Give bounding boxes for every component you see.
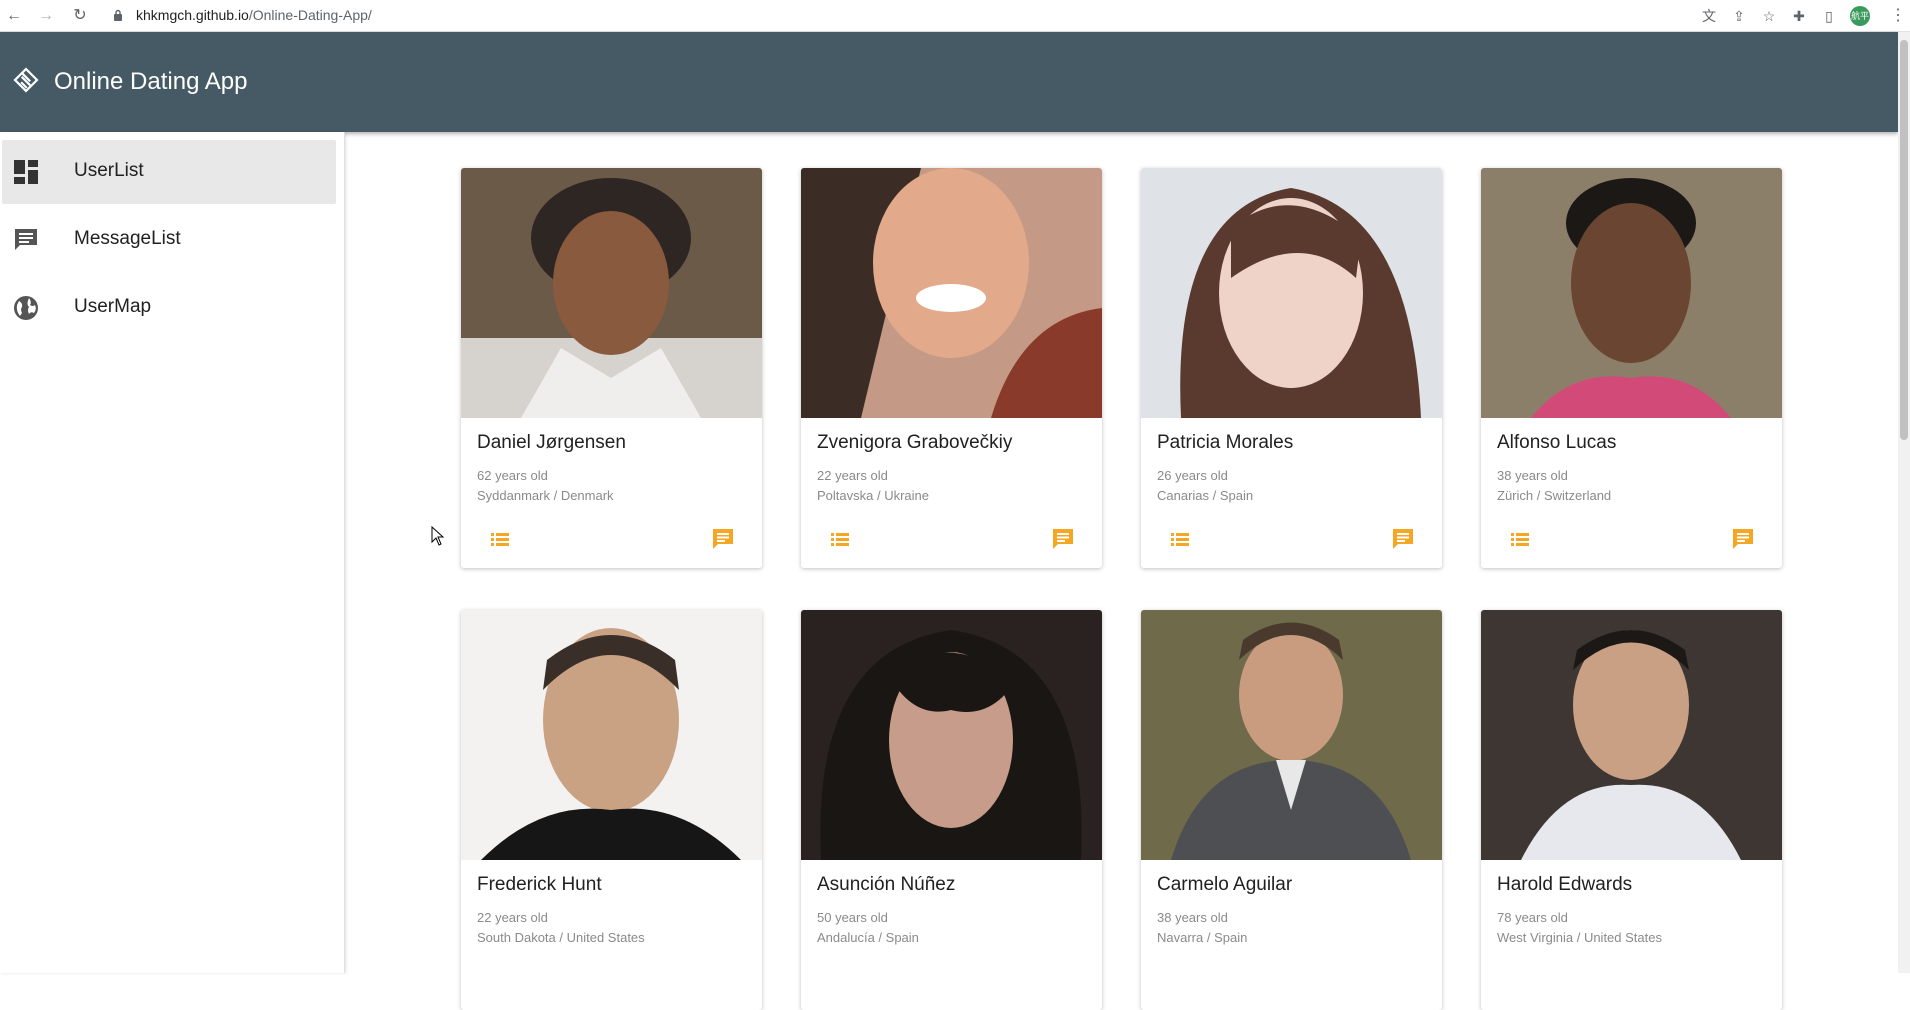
list-icon[interactable]: [1167, 526, 1193, 552]
profile-avatar[interactable]: 航平: [1850, 6, 1870, 26]
user-name: Daniel Jørgensen: [477, 432, 626, 453]
page-scrollbar[interactable]: [1898, 32, 1910, 973]
user-age: 78 years old: [1497, 910, 1568, 925]
url-domain: khkmgch.github.io: [136, 7, 249, 23]
user-name: Alfonso Lucas: [1497, 432, 1617, 453]
user-photo: [1141, 610, 1442, 860]
user-age: 26 years old: [1157, 468, 1228, 483]
globe-icon: [14, 296, 38, 320]
user-name: Zvenigora Grabovečkiy: [817, 432, 1013, 453]
user-location: Zürich / Switzerland: [1497, 488, 1612, 503]
user-location: Canarias / Spain: [1157, 488, 1254, 503]
app-bar: Online Dating App: [0, 32, 1898, 132]
handshake-logo-icon: [13, 67, 39, 93]
user-card: Frederick Hunt 22 years old South Dakota…: [461, 610, 762, 1010]
sidebar-item-label: UserMap: [74, 296, 152, 317]
user-age: 22 years old: [477, 910, 548, 925]
url-path: /Online-Dating-App/: [248, 7, 372, 23]
sidebar-item-messagelist[interactable]: MessageList: [2, 208, 336, 272]
user-name: Asunción Núñez: [817, 874, 956, 895]
sidebar: UserList MessageList UserMap: [0, 132, 345, 973]
chat-icon: [15, 229, 37, 250]
back-arrow-icon[interactable]: ←: [4, 6, 24, 26]
mouse-cursor-icon: [431, 526, 445, 546]
user-location: West Virginia / United States: [1497, 930, 1662, 945]
user-age: 22 years old: [817, 468, 888, 483]
user-age: 50 years old: [817, 910, 888, 925]
user-card: Patricia Morales 26 years old Canarias /…: [1141, 168, 1442, 568]
list-icon[interactable]: [1507, 526, 1533, 552]
user-card: Zvenigora Grabovečkiy 22 years old Polta…: [801, 168, 1102, 568]
user-photo: [801, 610, 1102, 860]
user-location: South Dakota / United States: [477, 930, 645, 945]
dashboard-icon: [14, 160, 38, 184]
user-list-grid: Daniel Jørgensen 62 years old Syddanmark…: [345, 132, 1898, 1010]
address-bar[interactable]: khkmgch.github.io/Online-Dating-App/: [136, 7, 372, 23]
scrollbar-thumb[interactable]: [1900, 40, 1908, 440]
message-icon[interactable]: [1390, 526, 1416, 552]
list-icon[interactable]: [487, 526, 513, 552]
share-icon[interactable]: ⇪: [1730, 7, 1748, 25]
browser-menu-icon[interactable]: ⋮: [1890, 6, 1906, 26]
browser-extension-icons: 文 ⇪ ☆ ✚ ▯ 航平: [1700, 6, 1870, 26]
list-icon[interactable]: [827, 526, 853, 552]
user-location: Navarra / Spain: [1157, 930, 1248, 945]
user-photo: [1141, 168, 1442, 418]
translate-icon[interactable]: 文: [1700, 7, 1718, 25]
sidebar-item-label: UserList: [74, 160, 144, 181]
user-name: Frederick Hunt: [477, 874, 602, 895]
message-icon[interactable]: [1730, 526, 1756, 552]
message-icon[interactable]: [1050, 526, 1076, 552]
reload-icon[interactable]: ↻: [70, 6, 90, 26]
sidebar-item-usermap[interactable]: UserMap: [2, 276, 336, 340]
side-panel-icon[interactable]: ▯: [1820, 7, 1838, 25]
browser-toolbar: ← → ↻ khkmgch.github.io/Online-Dating-Ap…: [0, 0, 1910, 32]
user-age: 38 years old: [1157, 910, 1228, 925]
extensions-icon[interactable]: ✚: [1790, 7, 1808, 25]
user-location: Andalucía / Spain: [817, 930, 919, 945]
user-card: Alfonso Lucas 38 years old Zürich / Swit…: [1481, 168, 1782, 568]
user-name: Carmelo Aguilar: [1157, 874, 1293, 895]
user-name: Patricia Morales: [1157, 432, 1294, 453]
user-photo: [461, 168, 762, 418]
sidebar-item-userlist[interactable]: UserList: [2, 140, 336, 204]
user-photo: [1481, 168, 1782, 418]
bookmark-star-icon[interactable]: ☆: [1760, 7, 1778, 25]
app-title: Online Dating App: [54, 68, 248, 95]
lock-icon: [114, 9, 122, 21]
user-location: Poltavska / Ukraine: [817, 488, 929, 503]
user-age: 62 years old: [477, 468, 548, 483]
sidebar-item-label: MessageList: [74, 228, 181, 249]
user-photo: [461, 610, 762, 860]
user-photo: [801, 168, 1102, 418]
user-name: Harold Edwards: [1497, 874, 1633, 895]
user-card: Carmelo Aguilar 38 years old Navarra / S…: [1141, 610, 1442, 1010]
forward-arrow-icon[interactable]: →: [36, 6, 56, 26]
user-location: Syddanmark / Denmark: [477, 488, 614, 503]
user-card: Asunción Núñez 50 years old Andalucía / …: [801, 610, 1102, 1010]
user-age: 38 years old: [1497, 468, 1568, 483]
user-photo: [1481, 610, 1782, 860]
user-card: Harold Edwards 78 years old West Virgini…: [1481, 610, 1782, 1010]
message-icon[interactable]: [710, 526, 736, 552]
user-card: Daniel Jørgensen 62 years old Syddanmark…: [461, 168, 762, 568]
